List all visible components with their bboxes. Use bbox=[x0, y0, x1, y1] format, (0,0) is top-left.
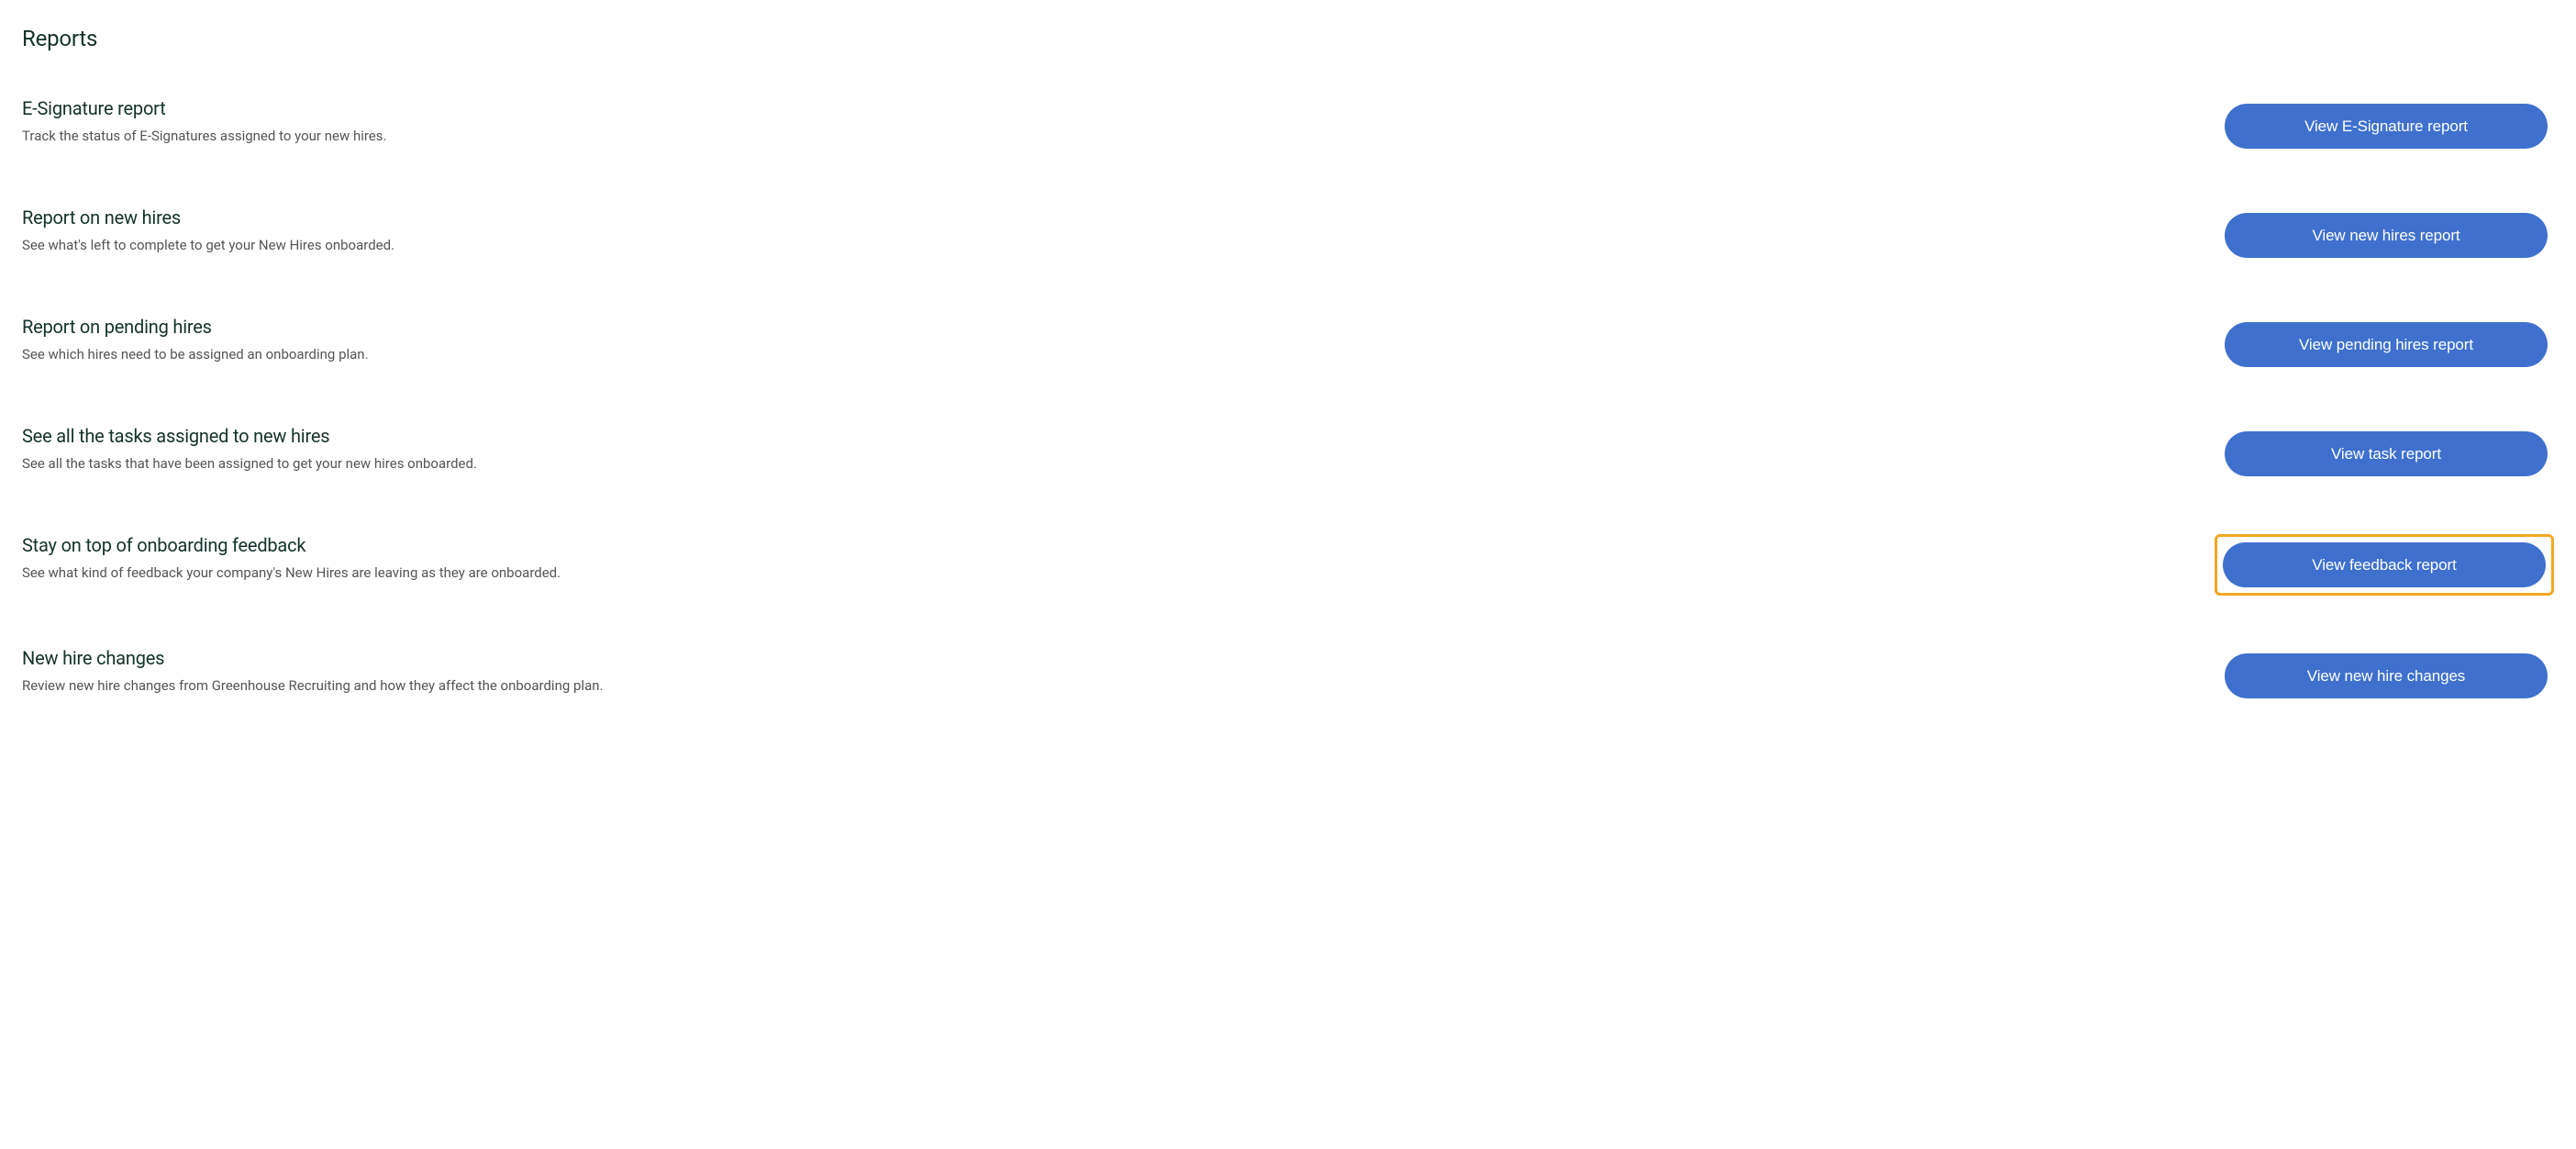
report-info: Stay on top of onboarding feedback See w… bbox=[22, 534, 2215, 583]
report-title: Report on new hires bbox=[22, 206, 2182, 229]
button-wrapper: View new hire changes bbox=[2218, 647, 2554, 705]
report-row-feedback: Stay on top of onboarding feedback See w… bbox=[22, 534, 2554, 596]
report-row-esignature: E-Signature report Track the status of E… bbox=[22, 97, 2554, 155]
report-row-new-hires: Report on new hires See what's left to c… bbox=[22, 206, 2554, 264]
report-row-new-hire-changes: New hire changes Review new hire changes… bbox=[22, 647, 2554, 705]
report-title: New hire changes bbox=[22, 647, 2182, 669]
report-info: Report on pending hires See which hires … bbox=[22, 316, 2218, 364]
button-wrapper: View pending hires report bbox=[2218, 316, 2554, 374]
view-new-hire-changes-button[interactable]: View new hire changes bbox=[2225, 653, 2548, 698]
view-esignature-report-button[interactable]: View E-Signature report bbox=[2225, 104, 2548, 149]
page-title: Reports bbox=[22, 26, 2554, 51]
report-info: Report on new hires See what's left to c… bbox=[22, 206, 2218, 255]
report-description: Track the status of E-Signatures assigne… bbox=[22, 127, 2182, 146]
report-title: Stay on top of onboarding feedback bbox=[22, 534, 2178, 556]
view-feedback-report-button[interactable]: View feedback report bbox=[2223, 542, 2546, 587]
button-wrapper: View task report bbox=[2218, 425, 2554, 483]
report-row-pending-hires: Report on pending hires See which hires … bbox=[22, 316, 2554, 374]
view-task-report-button[interactable]: View task report bbox=[2225, 431, 2548, 476]
report-title: See all the tasks assigned to new hires bbox=[22, 425, 2182, 447]
report-info: See all the tasks assigned to new hires … bbox=[22, 425, 2218, 474]
report-description: See what kind of feedback your company's… bbox=[22, 563, 2178, 583]
report-title: E-Signature report bbox=[22, 97, 2182, 119]
report-description: Review new hire changes from Greenhouse … bbox=[22, 676, 2182, 696]
report-title: Report on pending hires bbox=[22, 316, 2182, 338]
button-wrapper: View E-Signature report bbox=[2218, 97, 2554, 155]
view-pending-hires-report-button[interactable]: View pending hires report bbox=[2225, 322, 2548, 367]
report-description: See which hires need to be assigned an o… bbox=[22, 345, 2182, 364]
view-new-hires-report-button[interactable]: View new hires report bbox=[2225, 213, 2548, 258]
report-info: E-Signature report Track the status of E… bbox=[22, 97, 2218, 146]
button-wrapper: View new hires report bbox=[2218, 206, 2554, 264]
report-row-tasks: See all the tasks assigned to new hires … bbox=[22, 425, 2554, 483]
report-description: See what's left to complete to get your … bbox=[22, 236, 2182, 255]
report-info: New hire changes Review new hire changes… bbox=[22, 647, 2218, 696]
button-wrapper-highlighted: View feedback report bbox=[2215, 534, 2554, 596]
report-description: See all the tasks that have been assigne… bbox=[22, 454, 2182, 474]
